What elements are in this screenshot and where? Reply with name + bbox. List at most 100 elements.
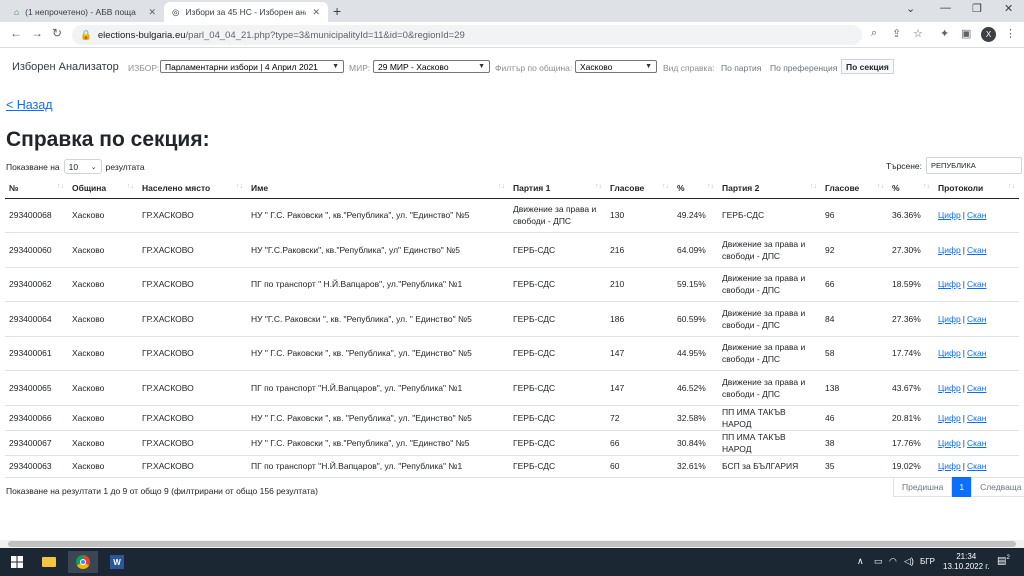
current-page-button[interactable]: 1 [952, 477, 972, 497]
digital-protocol-link[interactable]: Цифр [938, 314, 961, 324]
search-input[interactable]: РЕПУБЛИКА [926, 157, 1022, 174]
table-cell: НУ " Г.С. Раковски ", кв. "Република", у… [247, 405, 509, 431]
browser-tab-elections[interactable]: ◎ Избори за 45 НС - Изборен ана ✕ [164, 2, 328, 22]
scan-protocol-link[interactable]: Скан [967, 210, 986, 220]
next-page-button[interactable]: Следваща [971, 477, 1024, 497]
prev-page-button[interactable]: Предишна [893, 477, 953, 497]
search-input-value: РЕПУБЛИКА [931, 161, 976, 170]
page-length-select[interactable]: 10 ⌄ [63, 159, 102, 174]
volume-icon[interactable]: ◁) [904, 556, 914, 567]
wifi-icon[interactable]: ◠ [889, 556, 897, 567]
scan-protocol-link[interactable]: Скан [967, 413, 986, 423]
table-cell: 32.58% [673, 405, 718, 431]
column-header-label: Партия 1 [513, 182, 551, 193]
notifications-icon[interactable]: ▤2 [997, 555, 1010, 566]
column-header-label: Партия 2 [722, 182, 760, 193]
column-header[interactable]: № ↑↓ [5, 178, 68, 199]
table-header-row: № ↑↓ Община ↑↓ Населено място ↑↓ Име ↑↓ Партия 1… [5, 178, 1019, 199]
column-header[interactable]: Име ↑↓ [247, 178, 509, 199]
browser-tab-mail[interactable]: ⌂ (1 непрочетено) - АБВ поща ✕ [6, 2, 164, 22]
scan-protocol-link[interactable]: Скан [967, 383, 986, 393]
election-select[interactable]: Парламентарни избори | 4 Април 2021 ▼ [160, 60, 344, 73]
scan-protocol-link[interactable]: Скан [967, 314, 986, 324]
protocol-links-cell: Цифр | Скан [934, 405, 1019, 431]
new-tab-icon[interactable]: + [333, 3, 341, 19]
windows-start-icon[interactable] [2, 551, 32, 573]
url-bar[interactable]: 🔒 elections-bulgaria.eu/parl_04_04_21.ph… [72, 25, 862, 45]
sections-table: № ↑↓ Община ↑↓ Населено място ↑↓ Име ↑↓ Партия 1… [5, 178, 1019, 478]
digital-protocol-link[interactable]: Цифр [938, 383, 961, 393]
browser-tabstrip: ⌂ (1 непрочетено) - АБВ поща ✕ ◎ Избори … [0, 0, 1024, 22]
table-cell: ГР.ХАСКОВО [138, 405, 247, 431]
table-cell: Хасково [68, 301, 138, 337]
scan-protocol-link[interactable]: Скан [967, 279, 986, 289]
taskbar-clock[interactable]: 21:34 13.10.2022 г. [943, 552, 989, 572]
scan-protocol-link[interactable]: Скан [967, 438, 986, 448]
table-cell: 58 [821, 336, 888, 371]
restore-icon[interactable]: ❐ [972, 2, 982, 15]
share-icon[interactable]: ⇪ [892, 27, 901, 40]
mir-select[interactable]: 29 МИР - Хасково ▼ [373, 60, 490, 73]
scan-protocol-link[interactable]: Скан [967, 461, 986, 471]
table-cell: 60 [606, 455, 673, 478]
close-window-icon[interactable]: ✕ [1004, 2, 1013, 15]
link-separator: | [962, 348, 965, 359]
column-header[interactable]: Населено място ↑↓ [138, 178, 247, 199]
column-header[interactable]: Гласове ↑↓ [821, 178, 888, 199]
table-row: 293400063 Хасково ГР.ХАСКОВО ПГ по транспор… [5, 455, 1019, 478]
column-header[interactable]: Партия 2 ↑↓ [718, 178, 821, 199]
report-by-section-link[interactable]: По секция [841, 59, 894, 74]
file-explorer-icon[interactable] [34, 551, 64, 573]
table-cell: Хасково [68, 336, 138, 371]
table-cell: 38 [821, 430, 888, 456]
digital-protocol-link[interactable]: Цифр [938, 413, 961, 423]
table-cell: 44.95% [673, 336, 718, 371]
table-cell: Хасково [68, 405, 138, 431]
digital-protocol-link[interactable]: Цифр [938, 461, 961, 471]
menu-kebab-icon[interactable]: ⋮ [1005, 27, 1016, 40]
language-indicator[interactable]: БГР [920, 557, 935, 566]
profile-avatar[interactable]: X [981, 27, 996, 42]
report-by-preference-link[interactable]: По преференция [770, 63, 837, 73]
network-icon[interactable]: ▭ [874, 556, 883, 567]
column-header[interactable]: % ↑↓ [673, 178, 718, 199]
forward-arrow-icon[interactable]: → [31, 26, 43, 40]
back-arrow-icon[interactable]: ← [10, 26, 22, 40]
zoom-icon[interactable]: ⌕ [871, 27, 877, 40]
municipality-select[interactable]: Хасково ▼ [575, 60, 657, 73]
column-header[interactable]: Партия 1 ↑↓ [509, 178, 606, 199]
column-header[interactable]: Гласове ↑↓ [606, 178, 673, 199]
digital-protocol-link[interactable]: Цифр [938, 348, 961, 358]
table-cell: ГЕРБ-СДС [509, 430, 606, 456]
minimize-icon[interactable]: — [940, 2, 951, 14]
link-separator: | [962, 461, 965, 471]
digital-protocol-link[interactable]: Цифр [938, 279, 961, 289]
digital-protocol-link[interactable]: Цифр [938, 210, 961, 220]
word-icon[interactable]: W [102, 551, 132, 573]
back-link[interactable]: < Назад [6, 98, 53, 112]
scan-protocol-link[interactable]: Скан [967, 348, 986, 358]
column-header[interactable]: % ↑↓ [888, 178, 934, 199]
extensions-icon[interactable]: ✦ [940, 27, 949, 40]
chrome-icon[interactable] [68, 551, 98, 573]
bookmark-star-icon[interactable]: ☆ [913, 27, 923, 40]
table-cell: ПП ИМА ТАКЪВ НАРОД [718, 405, 821, 431]
brand-title[interactable]: Изборен Анализатор [12, 61, 119, 73]
digital-protocol-link[interactable]: Цифр [938, 245, 961, 255]
scan-protocol-link[interactable]: Скан [967, 245, 986, 255]
digital-protocol-link[interactable]: Цифр [938, 438, 961, 448]
table-cell: 17.76% [888, 430, 934, 456]
scrollbar-thumb[interactable] [8, 541, 1016, 547]
horizontal-scrollbar[interactable] [0, 540, 1024, 548]
close-tab-icon[interactable]: ✕ [312, 7, 320, 18]
column-header[interactable]: Протоколи ↑↓ [934, 178, 1019, 199]
tray-chevron-up-icon[interactable]: ∧ [857, 556, 864, 567]
tab-search-icon[interactable]: ⌄ [906, 2, 915, 15]
report-by-party-link[interactable]: По партия [721, 63, 761, 73]
reload-icon[interactable]: ↻ [52, 26, 62, 40]
column-header[interactable]: Община ↑↓ [68, 178, 138, 199]
table-cell: ГЕРБ-СДС [509, 336, 606, 371]
table-cell: ГР.ХАСКОВО [138, 267, 247, 302]
sidepanel-icon[interactable]: ▣ [961, 27, 971, 40]
close-tab-icon[interactable]: ✕ [148, 7, 156, 18]
